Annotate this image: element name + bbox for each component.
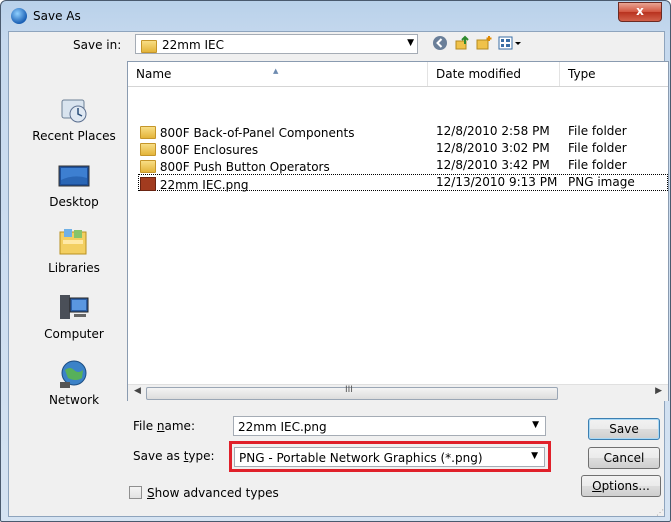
title-bar[interactable]: Save As x <box>1 1 670 31</box>
scroll-grip: III <box>345 385 353 395</box>
scroll-left-icon[interactable]: ◀ <box>134 386 141 396</box>
view-menu-icon[interactable] <box>497 35 525 53</box>
places-bar: Recent Places Desktop Libraries Computer… <box>19 94 129 484</box>
place-label: Recent Places <box>32 129 116 143</box>
show-advanced-types-label[interactable]: Show advanced types <box>147 486 279 500</box>
file-type: File folder <box>568 124 627 138</box>
place-label: Network <box>48 393 100 407</box>
folder-icon <box>140 160 156 173</box>
file-type: PNG image <box>568 175 635 189</box>
file-name-label: File name: <box>133 419 195 433</box>
place-label: Computer <box>44 327 104 341</box>
sort-arrow-icon: ▲ <box>273 67 279 75</box>
place-computer[interactable]: Computer <box>19 292 129 341</box>
column-name[interactable]: ▲ Name <box>128 62 428 86</box>
close-button[interactable]: x <box>618 2 662 22</box>
place-label: Desktop <box>49 195 99 209</box>
file-name-input[interactable]: 22mm IEC.png ▼ <box>233 416 546 436</box>
place-libraries[interactable]: Libraries <box>19 226 129 275</box>
place-label: Libraries <box>48 261 100 275</box>
place-network[interactable]: Network <box>19 358 129 407</box>
column-date-modified[interactable]: Date modified <box>428 62 560 86</box>
folder-icon <box>141 38 157 54</box>
scroll-thumb[interactable]: III <box>146 385 558 400</box>
file-row[interactable]: 800F Push Button Operators 12/8/2010 3:4… <box>128 157 668 174</box>
window-title: Save As <box>33 9 81 23</box>
file-date: 12/8/2010 3:42 PM <box>436 158 550 172</box>
cancel-button[interactable]: Cancel <box>588 447 660 469</box>
file-date: 12/13/2010 9:13 PM <box>436 175 558 189</box>
file-type: File folder <box>568 158 627 172</box>
show-advanced-types-checkbox[interactable] <box>129 486 142 499</box>
chevron-down-icon[interactable]: ▼ <box>532 420 539 430</box>
file-row[interactable]: 800F Back-of-Panel Components 12/8/2010 … <box>128 123 668 140</box>
column-type[interactable]: Type <box>560 62 668 86</box>
computer-icon <box>56 292 92 324</box>
place-recent-places[interactable]: Recent Places <box>19 94 129 143</box>
network-icon <box>56 358 92 390</box>
save-in-dropdown[interactable]: 22mm IEC ▼ <box>135 34 418 54</box>
save-in-value: 22mm IEC <box>162 38 224 52</box>
highlight-annotation <box>229 441 551 472</box>
place-desktop[interactable]: Desktop <box>19 160 129 209</box>
chevron-down-icon: ▼ <box>407 38 414 48</box>
file-name: 800F Enclosures <box>159 143 259 157</box>
libraries-icon <box>56 226 92 258</box>
file-row[interactable]: 800F Enclosures 12/8/2010 3:02 PM File f… <box>128 140 668 157</box>
horizontal-scrollbar[interactable]: ◀ III ▶ <box>128 384 668 401</box>
file-date: 12/8/2010 3:02 PM <box>436 141 550 155</box>
resize-grip-icon[interactable]: ⋰ <box>656 508 664 517</box>
file-list[interactable]: ▲ Name Date modified Type 800F Back-of-P… <box>127 61 669 401</box>
save-button[interactable]: Save <box>588 418 660 440</box>
desktop-icon <box>56 160 92 192</box>
up-folder-icon[interactable] <box>453 35 471 53</box>
recent-places-icon <box>56 94 92 126</box>
folder-icon <box>140 126 156 139</box>
file-name: 22mm IEC.png <box>159 178 249 192</box>
folder-icon <box>140 143 156 156</box>
save-as-dialog: Save As x Save in: 22mm IEC ▼ Recent Pla… <box>0 0 671 522</box>
back-icon[interactable] <box>431 35 449 53</box>
save-as-type-label: Save as type: <box>133 449 215 463</box>
file-date: 12/8/2010 2:58 PM <box>436 124 550 138</box>
save-in-label: Save in: <box>73 38 122 52</box>
file-name: 800F Push Button Operators <box>159 160 330 174</box>
file-row-selected[interactable]: 22mm IEC.png 12/13/2010 9:13 PM PNG imag… <box>128 174 668 192</box>
new-folder-icon[interactable] <box>475 35 493 53</box>
file-type: File folder <box>568 141 627 155</box>
app-icon <box>11 8 27 24</box>
file-name: 800F Back-of-Panel Components <box>159 126 355 140</box>
scroll-right-icon[interactable]: ▶ <box>655 386 662 396</box>
png-file-icon <box>140 177 156 191</box>
column-header: ▲ Name Date modified Type <box>128 62 668 87</box>
options-button[interactable]: Options... <box>581 475 661 497</box>
